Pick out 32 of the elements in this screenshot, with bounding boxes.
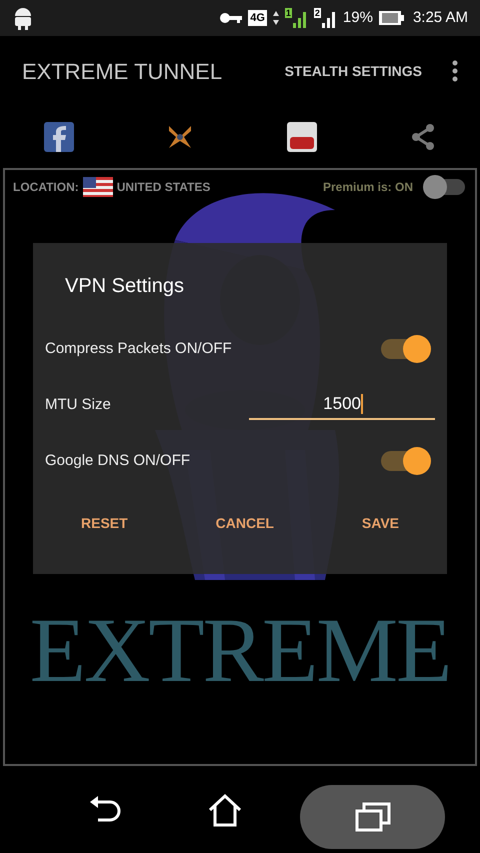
toggle-switch[interactable]: [381, 447, 431, 475]
location-label: LOCATION:: [13, 179, 79, 196]
battery-icon: [378, 10, 404, 26]
app-title: EXTREME TUNNEL: [22, 58, 222, 86]
clock: 3:25 AM: [412, 8, 468, 28]
data-arrows-icon: [272, 10, 280, 26]
mtu-input-field[interactable]: 1500: [249, 390, 435, 420]
premium-status: Premium is: ON: [322, 179, 413, 196]
overflow-menu-icon[interactable]: [452, 60, 458, 82]
share-icon[interactable]: [410, 123, 436, 151]
android-icon: [12, 6, 34, 30]
dialog-button[interactable]: CANCEL: [206, 509, 284, 538]
toggle-switch[interactable]: [381, 335, 431, 363]
battery-percent: 19%: [342, 8, 373, 28]
setting-label: MTU Size: [45, 394, 111, 415]
home-icon[interactable]: [207, 792, 243, 826]
logo-text: EXTREME: [28, 600, 452, 700]
sim-number: 1: [284, 8, 292, 18]
setting-label: Google DNS ON/OFF: [45, 450, 190, 471]
key-icon: [219, 12, 244, 24]
sim-number: 2: [314, 8, 321, 18]
location-value: UNITED STATES: [116, 179, 210, 196]
video-logo-icon[interactable]: [286, 122, 317, 152]
dialog-title: VPN Settings: [64, 274, 185, 299]
dialog-button[interactable]: SAVE: [352, 509, 409, 538]
facebook-icon[interactable]: [44, 122, 74, 152]
recent-apps-icon: [354, 802, 390, 832]
network-label: 4G: [248, 10, 267, 26]
flag-icon: [82, 177, 113, 197]
dialog-button[interactable]: RESET: [71, 509, 138, 538]
stealth-settings-button[interactable]: STEALTH SETTINGS: [284, 60, 422, 82]
setting-label: Compress Packets ON/OFF: [45, 338, 232, 359]
